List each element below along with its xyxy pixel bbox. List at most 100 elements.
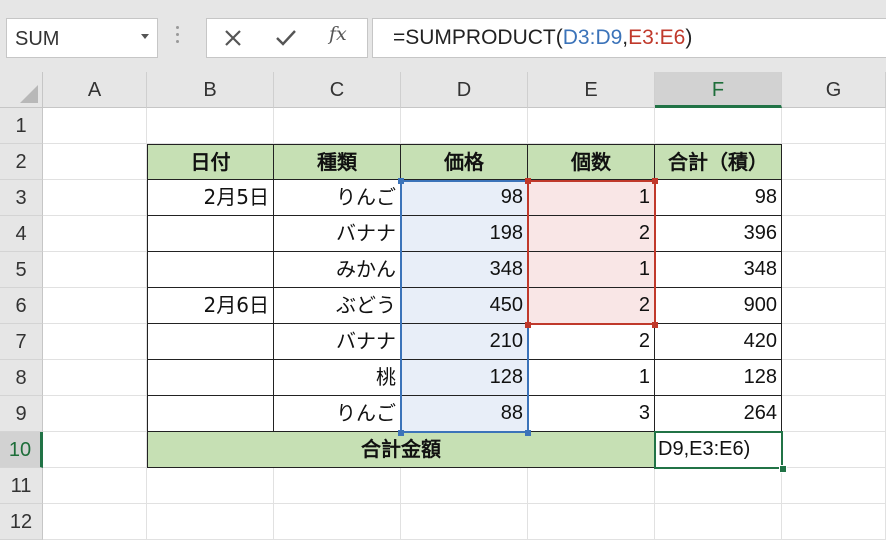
- grid-cell[interactable]: [43, 468, 147, 504]
- range-handle[interactable]: [525, 430, 531, 436]
- grid-cell[interactable]: [401, 504, 528, 540]
- chevron-down-icon[interactable]: [141, 34, 149, 39]
- cell-e6[interactable]: 2: [528, 288, 655, 324]
- cell-c7[interactable]: バナナ: [274, 324, 401, 360]
- column-header-a[interactable]: A: [43, 72, 147, 108]
- grid-cell[interactable]: [528, 468, 655, 504]
- cell-f6[interactable]: 900: [655, 288, 782, 324]
- row-header-7[interactable]: 7: [0, 324, 43, 360]
- grid-cell[interactable]: [147, 504, 274, 540]
- column-header-e[interactable]: E: [528, 72, 655, 108]
- row-header-1[interactable]: 1: [0, 108, 43, 144]
- range-handle[interactable]: [525, 178, 531, 184]
- grid-cell[interactable]: [274, 504, 401, 540]
- grid-cell[interactable]: [655, 108, 782, 144]
- cell-b8[interactable]: [147, 360, 274, 396]
- grid-cell[interactable]: [43, 288, 147, 324]
- cell-f7[interactable]: 420: [655, 324, 782, 360]
- cell-c9[interactable]: りんご: [274, 396, 401, 432]
- grid-cell[interactable]: [655, 468, 782, 504]
- fx-icon[interactable]: fx: [329, 23, 347, 45]
- header-cell-qty[interactable]: 個数: [528, 144, 655, 180]
- grid-cell[interactable]: [782, 108, 886, 144]
- grid-cell[interactable]: [401, 468, 528, 504]
- grid-cell[interactable]: [43, 360, 147, 396]
- cell-f9[interactable]: 264: [655, 396, 782, 432]
- grid-cell[interactable]: [43, 396, 147, 432]
- cell-d4[interactable]: 198: [401, 216, 528, 252]
- vertical-dots-icon[interactable]: [176, 26, 180, 46]
- grid-cell[interactable]: [655, 504, 782, 540]
- row-header-11[interactable]: 11: [0, 468, 43, 504]
- header-cell-date[interactable]: 日付: [147, 144, 274, 180]
- cell-c5[interactable]: みかん: [274, 252, 401, 288]
- cell-c3[interactable]: りんご: [274, 180, 401, 216]
- grid-cell[interactable]: [43, 324, 147, 360]
- grid-cell[interactable]: [782, 324, 886, 360]
- cell-c8[interactable]: 桃: [274, 360, 401, 396]
- cell-d6[interactable]: 450: [401, 288, 528, 324]
- formula-input[interactable]: =SUMPRODUCT(D3:D9,E3:E6): [372, 18, 886, 58]
- grid-cell[interactable]: [43, 432, 147, 468]
- column-header-c[interactable]: C: [274, 72, 401, 108]
- grid-cell[interactable]: [782, 216, 886, 252]
- cell-e9[interactable]: 3: [528, 396, 655, 432]
- cell-e3[interactable]: 1: [528, 180, 655, 216]
- cell-e5[interactable]: 1: [528, 252, 655, 288]
- cell-f8[interactable]: 128: [655, 360, 782, 396]
- row-header-12[interactable]: 12: [0, 504, 43, 540]
- grid-cell[interactable]: [782, 468, 886, 504]
- close-icon[interactable]: [223, 28, 243, 48]
- cell-b7[interactable]: [147, 324, 274, 360]
- row-header-4[interactable]: 4: [0, 216, 43, 252]
- grid-cell[interactable]: [274, 468, 401, 504]
- grid-cell[interactable]: [782, 252, 886, 288]
- cell-d5[interactable]: 348: [401, 252, 528, 288]
- grid-cell[interactable]: [782, 432, 886, 468]
- fill-handle[interactable]: [779, 465, 787, 473]
- grid-cell[interactable]: [43, 108, 147, 144]
- cell-b4[interactable]: [147, 216, 274, 252]
- cell-f3[interactable]: 98: [655, 180, 782, 216]
- cell-b3[interactable]: 2月5日: [147, 180, 274, 216]
- cell-d9[interactable]: 88: [401, 396, 528, 432]
- name-box[interactable]: SUM: [6, 18, 158, 58]
- column-header-b[interactable]: B: [147, 72, 274, 108]
- column-header-f[interactable]: F: [655, 72, 782, 108]
- column-header-d[interactable]: D: [401, 72, 528, 108]
- range-handle[interactable]: [652, 178, 658, 184]
- cell-d8[interactable]: 128: [401, 360, 528, 396]
- grid-cell[interactable]: [43, 252, 147, 288]
- range-handle[interactable]: [652, 322, 658, 328]
- cell-f5[interactable]: 348: [655, 252, 782, 288]
- column-header-g[interactable]: G: [782, 72, 886, 108]
- row-header-10[interactable]: 10: [0, 432, 43, 468]
- cell-b5[interactable]: [147, 252, 274, 288]
- grid-cell[interactable]: [401, 108, 528, 144]
- row-header-5[interactable]: 5: [0, 252, 43, 288]
- range-handle[interactable]: [398, 430, 404, 436]
- cell-e4[interactable]: 2: [528, 216, 655, 252]
- cell-b9[interactable]: [147, 396, 274, 432]
- row-header-9[interactable]: 9: [0, 396, 43, 432]
- row-header-2[interactable]: 2: [0, 144, 43, 180]
- grid-cell[interactable]: [782, 360, 886, 396]
- grid-cell[interactable]: [147, 468, 274, 504]
- cell-d7[interactable]: 210: [401, 324, 528, 360]
- cell-b6[interactable]: 2月6日: [147, 288, 274, 324]
- grid-cell[interactable]: [43, 504, 147, 540]
- cell-f4[interactable]: 396: [655, 216, 782, 252]
- range-handle[interactable]: [398, 178, 404, 184]
- grid-cell[interactable]: [43, 144, 147, 180]
- cell-d3[interactable]: 98: [401, 180, 528, 216]
- header-cell-price[interactable]: 価格: [401, 144, 528, 180]
- total-label-cell[interactable]: 合計金額: [147, 432, 655, 468]
- range-handle[interactable]: [525, 322, 531, 328]
- row-header-3[interactable]: 3: [0, 180, 43, 216]
- grid-cell[interactable]: [782, 396, 886, 432]
- active-cell-f10[interactable]: D9,E3:E6): [655, 432, 782, 468]
- grid-cell[interactable]: [43, 180, 147, 216]
- grid-cell[interactable]: [43, 216, 147, 252]
- header-cell-total[interactable]: 合計（積）: [655, 144, 782, 180]
- grid-cell[interactable]: [528, 504, 655, 540]
